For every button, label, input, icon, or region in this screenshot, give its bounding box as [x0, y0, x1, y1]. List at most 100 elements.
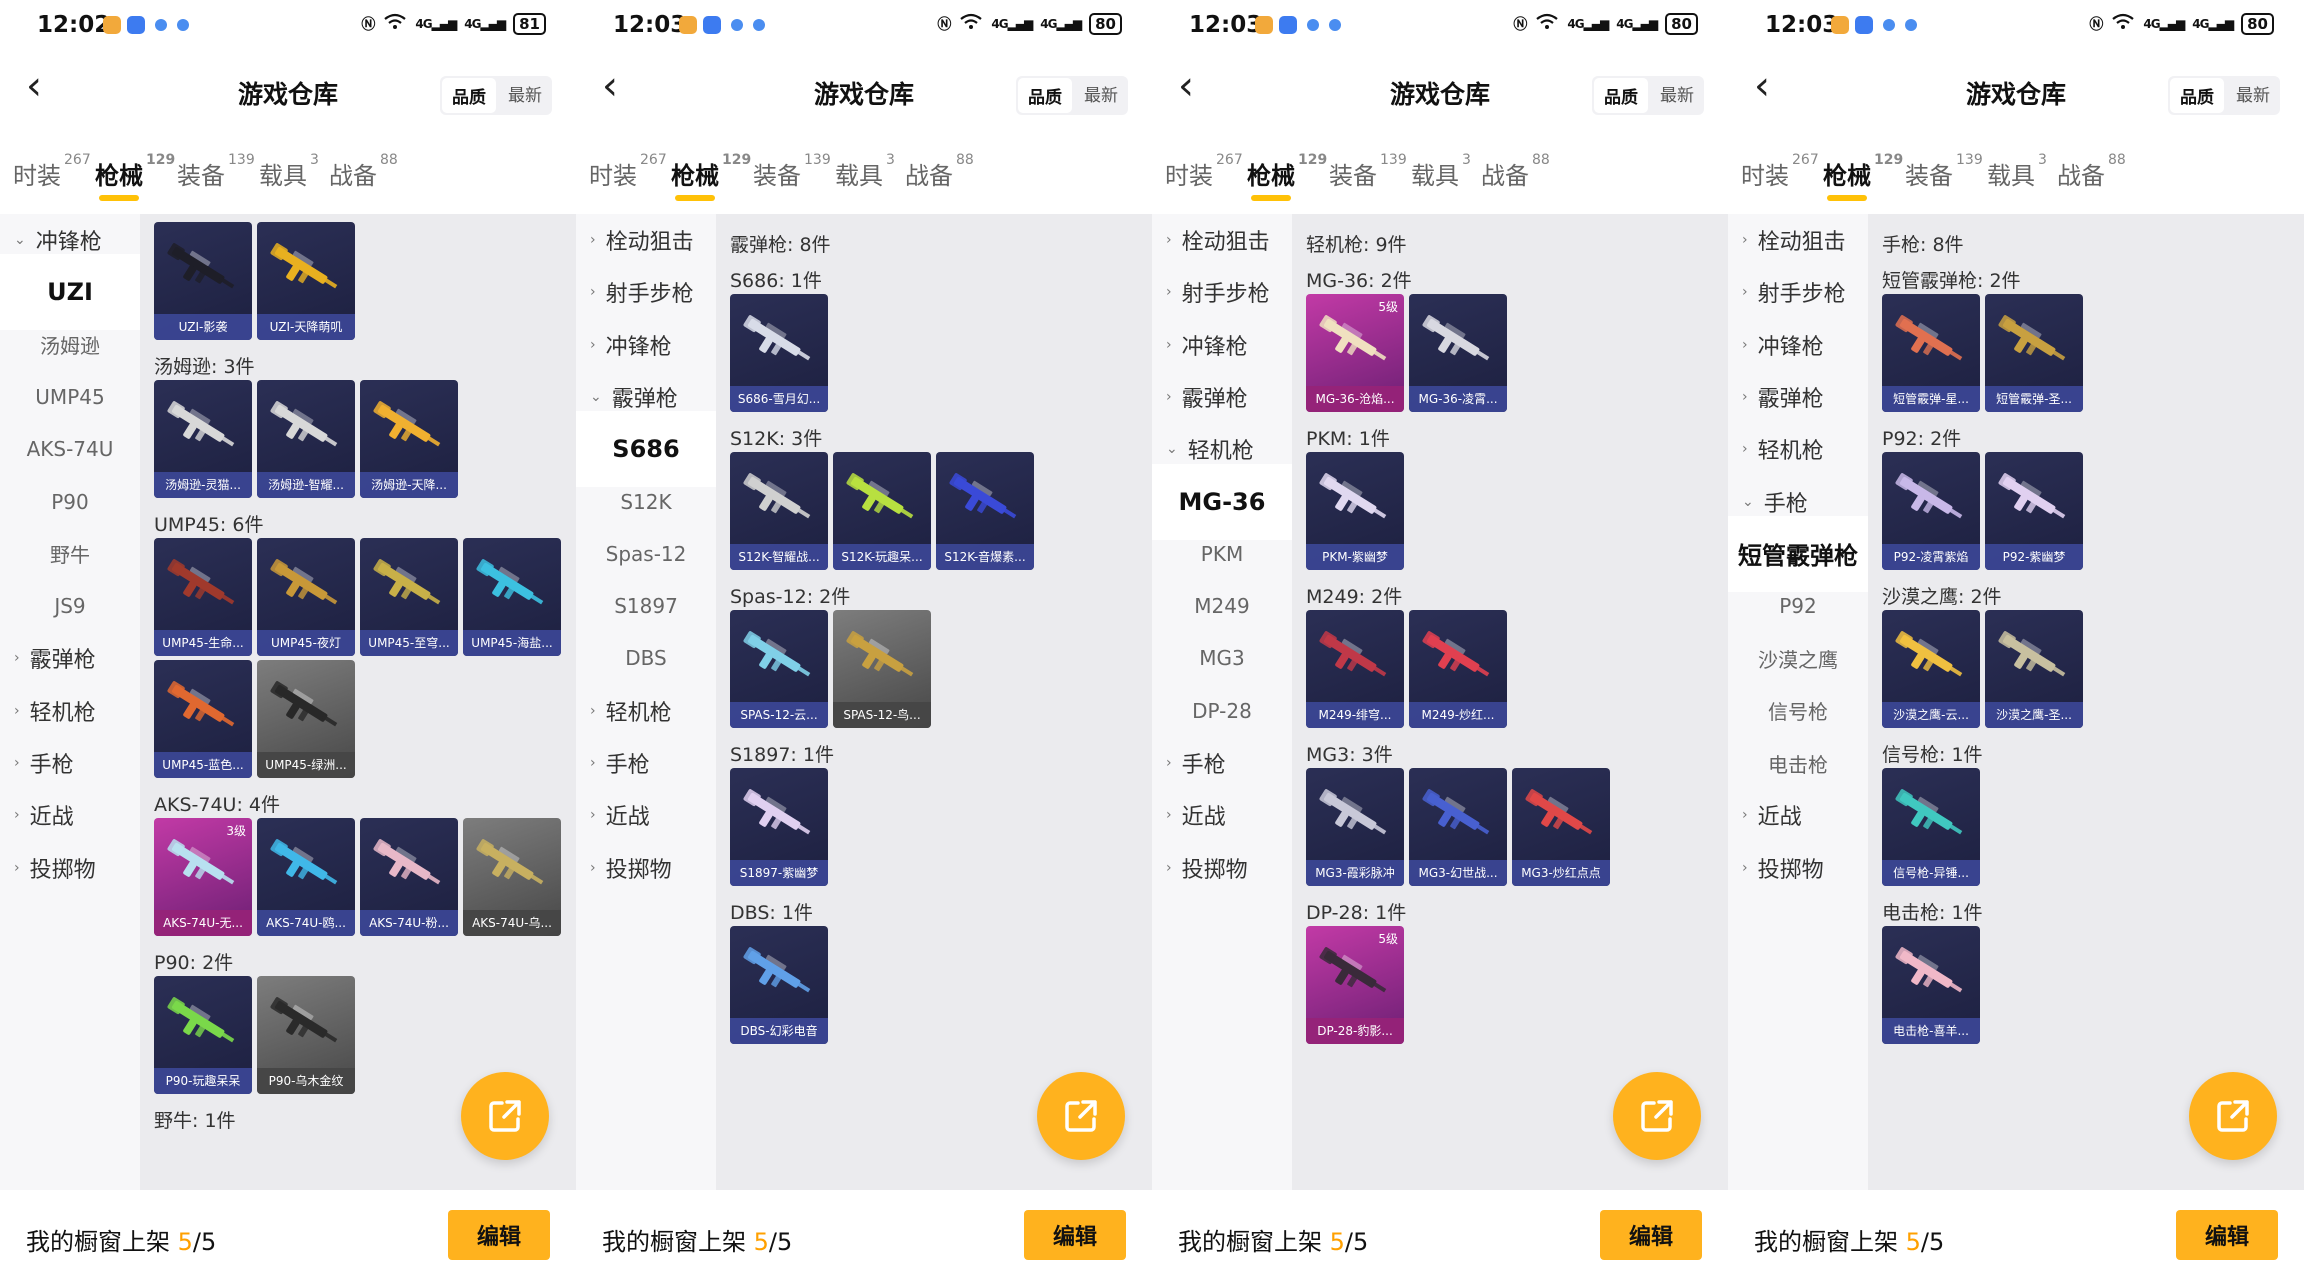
back-chevron-icon[interactable]: ‹: [1166, 66, 1206, 108]
back-chevron-icon[interactable]: ‹: [14, 66, 54, 108]
skin-card[interactable]: 电击枪-喜羊...: [1882, 926, 1980, 1044]
skin-card[interactable]: 5级 MG-36-沧焰...: [1306, 294, 1404, 412]
chevron-right-icon: ›: [1742, 388, 1748, 405]
sidebar-item-label: 栓动狙击: [1757, 230, 1846, 255]
skin-card[interactable]: SPAS-12-云...: [730, 610, 828, 728]
tab-0[interactable]: 时装267: [13, 152, 91, 191]
tab-0[interactable]: 时装267: [1741, 152, 1819, 191]
edit-button[interactable]: 编辑: [1024, 1210, 1126, 1260]
skin-card[interactable]: UZI-影袭: [154, 222, 252, 340]
chevron-right-icon: ›: [590, 859, 596, 876]
tab-3[interactable]: 载具3: [259, 152, 319, 191]
back-chevron-icon[interactable]: ‹: [590, 66, 630, 108]
skin-card[interactable]: 信号枪-异锤...: [1882, 768, 1980, 886]
skin-card[interactable]: M249-绯穹...: [1306, 610, 1404, 728]
skin-card[interactable]: PKM-紫幽梦: [1306, 452, 1404, 570]
skin-card[interactable]: UMP45-生命...: [154, 538, 252, 656]
tab-1[interactable]: 枪械129: [1247, 152, 1327, 201]
skin-card[interactable]: UMP45-海盐...: [463, 538, 561, 656]
gun-skin-icon: [743, 315, 811, 361]
tab-2[interactable]: 装备139: [753, 152, 831, 191]
tab-1[interactable]: 枪械129: [671, 152, 751, 201]
skin-card[interactable]: S12K-智耀战...: [730, 452, 828, 570]
skin-card[interactable]: MG-36-凌霄...: [1409, 294, 1507, 412]
tab-1[interactable]: 枪械129: [1823, 152, 1903, 201]
sort-latest-button[interactable]: 最新: [1650, 76, 1704, 115]
chevron-right-icon: ›: [1166, 388, 1172, 405]
edit-button[interactable]: 编辑: [2176, 1210, 2278, 1260]
skin-card[interactable]: DBS-幻彩电音: [730, 926, 828, 1044]
sort-latest-button[interactable]: 最新: [1074, 76, 1128, 115]
skin-card[interactable]: AKS-74U-鸥...: [257, 818, 355, 936]
sidebar-group-item[interactable]: › 投掷物: [1728, 830, 1868, 906]
sort-quality-button[interactable]: 品质: [1594, 78, 1648, 113]
status-time: 12:03: [613, 12, 687, 38]
skin-card[interactable]: UMP45-绿洲...: [257, 660, 355, 778]
tab-2[interactable]: 装备139: [1329, 152, 1407, 191]
tab-4[interactable]: 战备88: [905, 152, 974, 191]
chevron-right-icon: ›: [14, 650, 20, 667]
share-fab[interactable]: [1613, 1072, 1701, 1160]
skin-card[interactable]: UMP45-夜灯: [257, 538, 355, 656]
gun-skin-icon: [167, 997, 235, 1043]
tab-4[interactable]: 战备88: [2057, 152, 2126, 191]
tab-0[interactable]: 时装267: [1165, 152, 1243, 191]
skin-card[interactable]: SPAS-12-鸟...: [833, 610, 931, 728]
skin-card[interactable]: UMP45-至穹...: [360, 538, 458, 656]
share-fab[interactable]: [461, 1072, 549, 1160]
skin-card[interactable]: AKS-74U-乌...: [463, 818, 561, 936]
skin-card[interactable]: AKS-74U-粉...: [360, 818, 458, 936]
weapon-type-sidebar: › 栓动狙击 › 射手步枪 › 冲锋枪 › 霰弹枪 › 轻机枪 ⌄ 手枪 短管霰弹枪 P92 沙漠之鹰 信号枪…: [1728, 214, 1868, 1190]
tab-count: 267: [1216, 152, 1243, 168]
skin-card[interactable]: M249-炒红...: [1409, 610, 1507, 728]
skin-card[interactable]: UMP45-蓝色...: [154, 660, 252, 778]
sidebar-group-item[interactable]: › 投掷物: [1152, 830, 1292, 906]
skin-card[interactable]: 沙漠之鹰-云...: [1882, 610, 1980, 728]
sort-latest-button[interactable]: 最新: [498, 76, 552, 115]
tab-4[interactable]: 战备88: [329, 152, 398, 191]
tab-3[interactable]: 载具3: [1987, 152, 2047, 191]
cellular-signal-icon: 4G▂▄▆: [1040, 17, 1082, 31]
skin-card[interactable]: S12K-玩趣呆...: [833, 452, 931, 570]
skin-card[interactable]: P92-紫幽梦: [1985, 452, 2083, 570]
skin-card[interactable]: 汤姆逊-智耀...: [257, 380, 355, 498]
skin-card[interactable]: 3级 AKS-74U-无...: [154, 818, 252, 936]
chevron-right-icon: ›: [1742, 859, 1748, 876]
skin-card[interactable]: UZI-天降萌叽: [257, 222, 355, 340]
skin-card[interactable]: 汤姆逊-天降...: [360, 380, 458, 498]
tab-count: 129: [1298, 152, 1328, 168]
skin-card[interactable]: MG3-炒红点点: [1512, 768, 1610, 886]
skin-card[interactable]: MG3-霞彩脉冲: [1306, 768, 1404, 886]
skin-card[interactable]: P90-玩趣呆呆: [154, 976, 252, 1094]
skin-card[interactable]: 5级 DP-28-豹影...: [1306, 926, 1404, 1044]
tab-0[interactable]: 时装267: [589, 152, 667, 191]
tab-3[interactable]: 载具3: [1411, 152, 1471, 191]
skin-card[interactable]: 汤姆逊-灵猫...: [154, 380, 252, 498]
share-fab[interactable]: [2189, 1072, 2277, 1160]
edit-button[interactable]: 编辑: [448, 1210, 550, 1260]
tab-1[interactable]: 枪械129: [95, 152, 175, 201]
skin-card[interactable]: 短管霰弹-星...: [1882, 294, 1980, 412]
tab-2[interactable]: 装备139: [1905, 152, 1983, 191]
skin-card[interactable]: 沙漠之鹰-圣...: [1985, 610, 2083, 728]
back-chevron-icon[interactable]: ‹: [1742, 66, 1782, 108]
tab-3[interactable]: 载具3: [835, 152, 895, 191]
tab-2[interactable]: 装备139: [177, 152, 255, 191]
sort-latest-button[interactable]: 最新: [2226, 76, 2280, 115]
sort-quality-button[interactable]: 品质: [1018, 78, 1072, 113]
edit-button[interactable]: 编辑: [1600, 1210, 1702, 1260]
gun-skin-icon: [743, 789, 811, 835]
sidebar-group-item[interactable]: › 投掷物: [0, 830, 140, 906]
sidebar-group-item[interactable]: › 投掷物: [576, 830, 716, 906]
skin-card[interactable]: S1897-紫幽梦: [730, 768, 828, 886]
skin-card[interactable]: P90-乌木金纹: [257, 976, 355, 1094]
skin-card[interactable]: 短管霰弹-圣...: [1985, 294, 2083, 412]
skin-card[interactable]: S12K-音爆素...: [936, 452, 1034, 570]
skin-card[interactable]: S686-雪月幻...: [730, 294, 828, 412]
sort-quality-button[interactable]: 品质: [2170, 78, 2224, 113]
sort-quality-button[interactable]: 品质: [442, 78, 496, 113]
share-fab[interactable]: [1037, 1072, 1125, 1160]
tab-4[interactable]: 战备88: [1481, 152, 1550, 191]
skin-card[interactable]: P92-凌霄紫焰: [1882, 452, 1980, 570]
skin-card[interactable]: MG3-幻世战...: [1409, 768, 1507, 886]
